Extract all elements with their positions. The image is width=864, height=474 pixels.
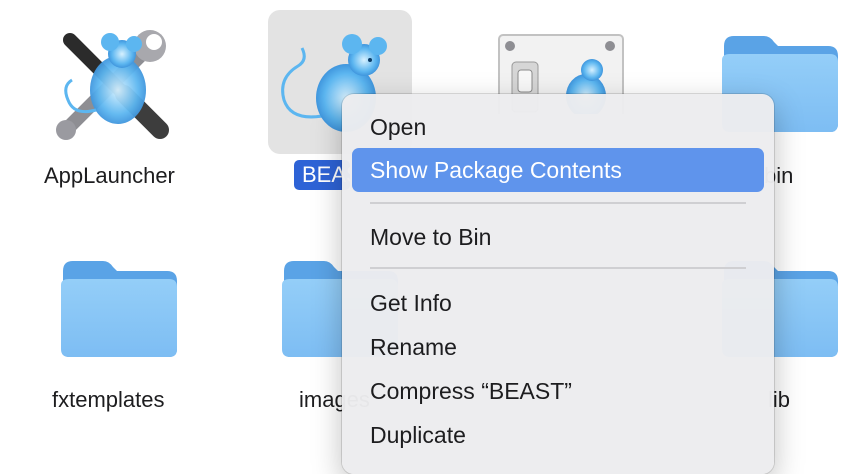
- menu-separator: [370, 267, 746, 269]
- beast-tools-app-icon: [56, 30, 169, 140]
- folder-icon: [61, 261, 177, 357]
- menu-separator: [370, 202, 746, 204]
- menu-item-compress[interactable]: Compress “BEAST”: [352, 369, 764, 413]
- menu-item-duplicate[interactable]: Duplicate: [352, 413, 764, 457]
- file-label-applauncher: AppLauncher: [44, 163, 175, 188]
- menu-item-rename[interactable]: Rename: [352, 325, 764, 369]
- menu-item-move-to-bin[interactable]: Move to Bin: [352, 215, 764, 259]
- menu-item-open[interactable]: Open: [352, 105, 764, 149]
- menu-item-get-info[interactable]: Get Info: [352, 281, 764, 325]
- file-label-fxtemplates: fxtemplates: [52, 387, 165, 412]
- context-menu: Open Show Package Contents Move to Bin G…: [342, 94, 774, 474]
- menu-item-show-package-contents[interactable]: Show Package Contents: [352, 148, 764, 192]
